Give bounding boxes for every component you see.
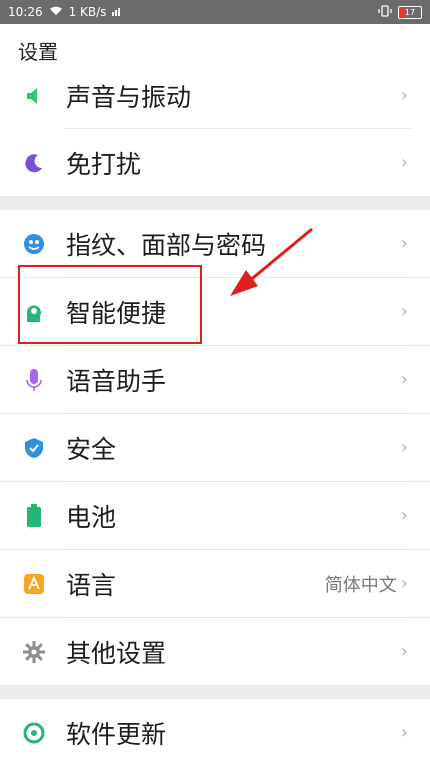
- annotation-arrow-icon: [230, 227, 313, 296]
